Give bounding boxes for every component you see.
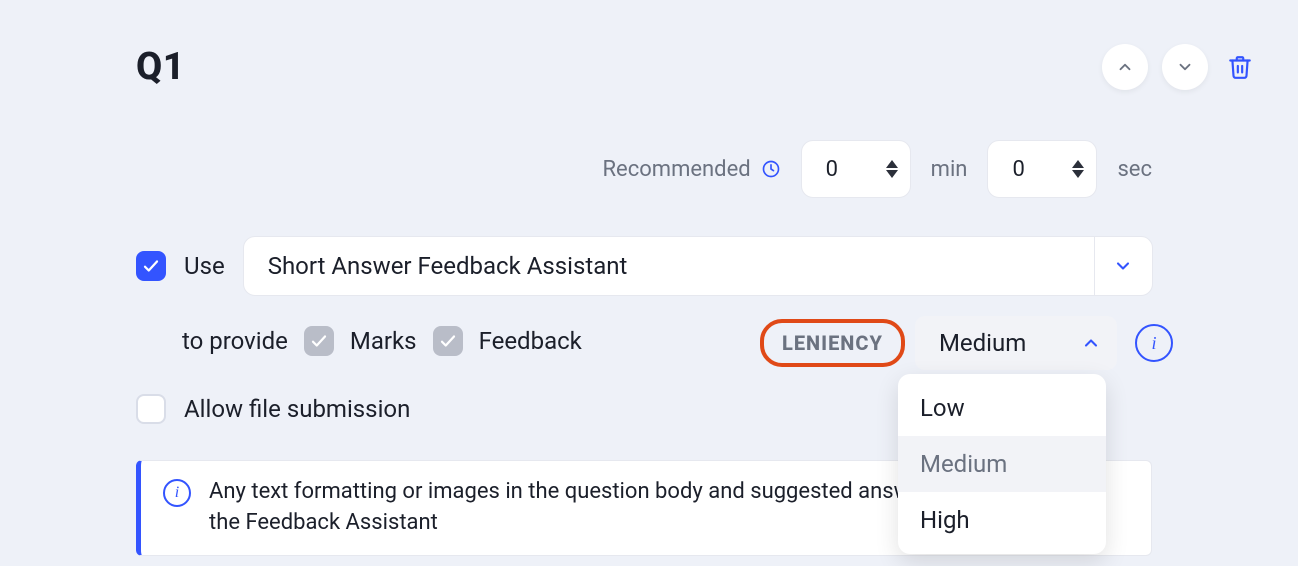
caret-down-icon	[886, 170, 898, 178]
info-icon: i	[163, 479, 191, 507]
assistant-caret	[1094, 236, 1152, 296]
question-title: Q1	[136, 45, 185, 89]
feedback-checkbox[interactable]	[433, 326, 463, 356]
clock-icon	[761, 159, 781, 179]
leniency-caret	[1065, 316, 1117, 370]
delete-button[interactable]	[1222, 49, 1258, 85]
move-up-button[interactable]	[1102, 44, 1148, 90]
leniency-info-button[interactable]: i	[1135, 324, 1173, 362]
leniency-option-low[interactable]: Low	[898, 380, 1106, 436]
use-checkbox[interactable]	[136, 251, 166, 281]
assistant-value: Short Answer Feedback Assistant	[244, 252, 628, 280]
leniency-select[interactable]: Medium	[915, 316, 1117, 370]
leniency-dropdown: Low Medium High	[898, 374, 1106, 554]
use-row: Use Short Answer Feedback Assistant	[136, 236, 1153, 296]
file-submission-label: Allow file submission	[184, 395, 410, 423]
provide-row: to provide Marks Feedback	[182, 326, 582, 356]
recommended-row: Recommended 0 min 0 sec	[136, 140, 1152, 198]
provide-label: to provide	[182, 327, 288, 355]
recommended-label: Recommended	[602, 157, 780, 182]
minutes-stepper[interactable]	[886, 160, 898, 178]
minutes-value: 0	[826, 157, 838, 182]
caret-up-icon	[886, 160, 898, 168]
leniency-badge: LENIENCY	[760, 319, 905, 367]
marks-label: Marks	[350, 327, 417, 355]
chevron-up-icon	[1116, 58, 1134, 76]
seconds-unit: sec	[1117, 157, 1152, 182]
chevron-down-icon	[1176, 58, 1194, 76]
leniency-option-high[interactable]: High	[898, 492, 1106, 548]
trash-icon	[1227, 54, 1253, 80]
seconds-stepper[interactable]	[1072, 160, 1084, 178]
info-icon: i	[1151, 333, 1156, 354]
move-down-button[interactable]	[1162, 44, 1208, 90]
check-icon	[439, 332, 457, 350]
leniency-group: LENIENCY Medium i	[760, 316, 1173, 370]
minutes-input[interactable]: 0	[801, 140, 911, 198]
file-submission-row: Allow file submission	[136, 394, 410, 424]
minutes-unit: min	[931, 157, 968, 182]
marks-checkbox[interactable]	[304, 326, 334, 356]
use-label: Use	[184, 252, 225, 280]
assistant-select[interactable]: Short Answer Feedback Assistant	[243, 236, 1153, 296]
check-icon	[310, 332, 328, 350]
leniency-value: Medium	[915, 329, 1065, 357]
leniency-option-medium[interactable]: Medium	[898, 436, 1106, 492]
check-icon	[142, 257, 160, 275]
seconds-input[interactable]: 0	[987, 140, 1097, 198]
feedback-label: Feedback	[479, 327, 582, 355]
seconds-value: 0	[1012, 157, 1024, 182]
chevron-up-icon	[1081, 333, 1101, 353]
caret-up-icon	[1072, 160, 1084, 168]
caret-down-icon	[1072, 170, 1084, 178]
header-actions	[1102, 44, 1258, 90]
chevron-down-icon	[1113, 256, 1133, 276]
recommended-text: Recommended	[602, 157, 750, 182]
file-submission-checkbox[interactable]	[136, 394, 166, 424]
